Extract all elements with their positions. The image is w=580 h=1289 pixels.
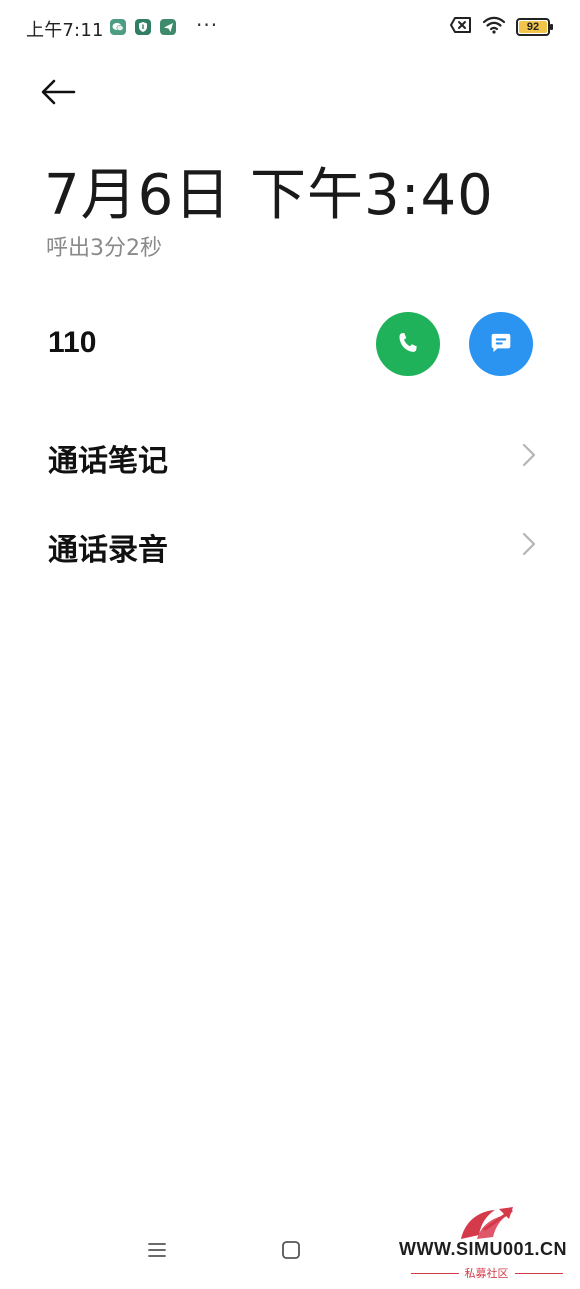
divider xyxy=(410,1272,459,1274)
sim-off-icon xyxy=(450,16,472,38)
wifi-icon xyxy=(482,16,506,38)
phone-icon xyxy=(399,333,417,352)
home-button[interactable] xyxy=(271,1230,311,1270)
call-datetime: 7月6日 下午3:40 xyxy=(44,163,494,228)
back-button[interactable] xyxy=(40,72,84,112)
call-button[interactable] xyxy=(376,312,440,376)
notification-icons xyxy=(110,19,176,35)
call-duration: 呼出3分2秒 xyxy=(46,236,162,261)
divider xyxy=(514,1272,563,1274)
message-icon xyxy=(491,333,511,353)
number-row: 110 xyxy=(0,310,580,380)
watermark: WWW.SIMU001.CN 私募社区 xyxy=(399,1205,574,1285)
watermark-logo-icon xyxy=(461,1207,513,1239)
status-time: 上午7:11 xyxy=(26,20,104,41)
more-notifications-icon: ··· xyxy=(196,13,219,37)
battery-icon: 92 xyxy=(516,18,553,36)
call-recording-label: 通话录音 xyxy=(48,533,168,568)
wechat-icon xyxy=(110,19,126,35)
battery-level: 92 xyxy=(526,21,540,33)
call-recording-row[interactable]: 通话录音 xyxy=(0,507,580,577)
back-arrow-icon xyxy=(41,79,76,105)
phone-number: 110 xyxy=(48,326,97,359)
call-notes-row[interactable]: 通话笔记 xyxy=(0,418,580,488)
status-bar: 上午7:11 ··· 92 xyxy=(0,0,580,56)
recent-apps-button[interactable] xyxy=(137,1230,177,1270)
chevron-right-icon xyxy=(522,443,536,467)
watermark-subtitle: 私募社区 xyxy=(399,1265,574,1281)
shield-app-icon xyxy=(135,19,151,35)
chevron-right-icon xyxy=(522,532,536,556)
watermark-text: WWW.SIMU001.CN xyxy=(399,1239,568,1259)
system-status-icons: 92 xyxy=(450,16,553,38)
call-notes-label: 通话笔记 xyxy=(48,444,168,479)
send-app-icon xyxy=(160,19,176,35)
home-square-icon xyxy=(282,1241,300,1259)
watermark-subtitle-text: 私募社区 xyxy=(464,1267,509,1280)
message-button[interactable] xyxy=(469,312,533,376)
menu-icon xyxy=(148,1243,166,1257)
